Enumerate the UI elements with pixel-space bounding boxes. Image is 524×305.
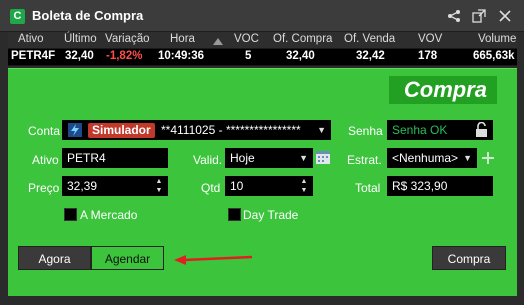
asset-input[interactable]: PETR4 — [62, 148, 168, 168]
strategy-value: <Nenhuma> — [392, 151, 459, 165]
a-mercado-label: A Mercado — [80, 208, 138, 222]
day-trade-checkbox[interactable] — [228, 208, 241, 221]
day-trade-label: Day Trade — [243, 208, 299, 222]
quote-header: Último — [64, 33, 97, 45]
share-icon[interactable] — [447, 9, 461, 23]
quantity-stepper[interactable]: 10 ▲ ▼ — [225, 176, 313, 196]
quote-header: Of. Venda — [344, 33, 396, 45]
chevron-down-icon: ▼ — [299, 153, 308, 163]
compra-button[interactable]: Compra — [432, 246, 506, 270]
estrat-label: Estrat. — [347, 153, 382, 167]
quote-change: -1,82% — [106, 50, 143, 62]
stepper-arrows-icon[interactable]: ▲ ▼ — [154, 177, 164, 195]
quote-header: Volume — [478, 33, 517, 45]
quote-time: 10:49:36 — [158, 50, 205, 62]
password-status: Senha OK — [392, 123, 448, 137]
quote-header: Hora — [170, 33, 195, 45]
chevron-down-icon: ▼ — [463, 153, 472, 163]
price-value: 32,39 — [67, 179, 98, 193]
ativo-label: Ativo — [32, 153, 59, 167]
asset-value: PETR4 — [67, 151, 106, 165]
agora-button[interactable]: Agora — [18, 246, 91, 270]
quote-header: VOC — [234, 33, 259, 45]
conta-label: Conta — [28, 124, 61, 138]
validity-value: Hoje — [230, 151, 255, 165]
account-select[interactable]: Simulador **4111025 - **************** ▼ — [62, 120, 331, 140]
app-icon: C — [10, 9, 25, 24]
quote-header: Ativo — [18, 33, 44, 45]
total-field: R$ 323,90 — [387, 176, 493, 196]
title-bar: C Boleta de Compra — [0, 0, 524, 32]
price-stepper[interactable]: 32,39 ▲ ▼ — [62, 176, 168, 196]
quantity-value: 10 — [230, 179, 244, 193]
quote-bid: 32,40 — [286, 50, 315, 62]
lightning-icon — [68, 123, 82, 140]
side-banner: Compra — [389, 76, 497, 104]
validity-select[interactable]: Hoje ▼ — [225, 148, 313, 168]
a-mercado-checkbox[interactable] — [64, 208, 77, 221]
quote-last: 32,40 — [65, 50, 94, 62]
password-field[interactable]: Senha OK — [387, 120, 493, 140]
red-arrow-annotation — [174, 252, 254, 271]
stepper-arrows-icon[interactable]: ▲ ▼ — [299, 177, 309, 195]
total-value: R$ 323,90 — [392, 179, 448, 193]
quote-value-row: PETR4F 32,40 -1,82% 10:49:36 5 32,40 32,… — [8, 49, 517, 65]
quote-ask: 32,42 — [356, 50, 385, 62]
quote-vov: 178 — [418, 50, 438, 62]
simulator-badge: Simulador — [88, 123, 155, 138]
total-label: Total — [355, 181, 381, 195]
lock-icon — [475, 121, 488, 140]
senha-label: Senha — [348, 124, 383, 138]
window-title: Boleta de Compra — [32, 8, 144, 23]
quote-header: Variação — [105, 33, 150, 45]
detach-window-icon[interactable] — [472, 9, 486, 23]
chevron-down-icon: ▼ — [317, 125, 326, 135]
close-icon[interactable] — [498, 9, 512, 23]
order-window: C Boleta de Compra Ativo Último Variação… — [0, 0, 524, 305]
preco-label: Preço — [28, 181, 60, 195]
qtd-label: Qtd — [201, 181, 221, 195]
account-value: **4111025 - **************** — [161, 123, 301, 137]
agendar-button[interactable]: Agendar — [91, 246, 164, 270]
add-icon[interactable] — [482, 151, 494, 169]
strategy-select[interactable]: <Nenhuma> ▼ — [387, 148, 477, 168]
quote-ticker: PETR4F — [11, 50, 56, 62]
sort-up-icon[interactable] — [213, 36, 223, 48]
quote-strip: Ativo Último Variação Hora VOC Of. Compr… — [8, 32, 517, 66]
calendar-icon[interactable] — [316, 149, 330, 169]
quote-voc: 5 — [245, 50, 252, 62]
quote-header-row: Ativo Último Variação Hora VOC Of. Compr… — [8, 32, 517, 48]
quote-header: Of. Compra — [273, 33, 333, 45]
side-banner-label: Compra — [403, 77, 487, 102]
valid-label: Valid. — [193, 153, 223, 167]
quote-volume: 665,63k — [473, 50, 515, 62]
quote-header: VOV — [418, 33, 443, 45]
